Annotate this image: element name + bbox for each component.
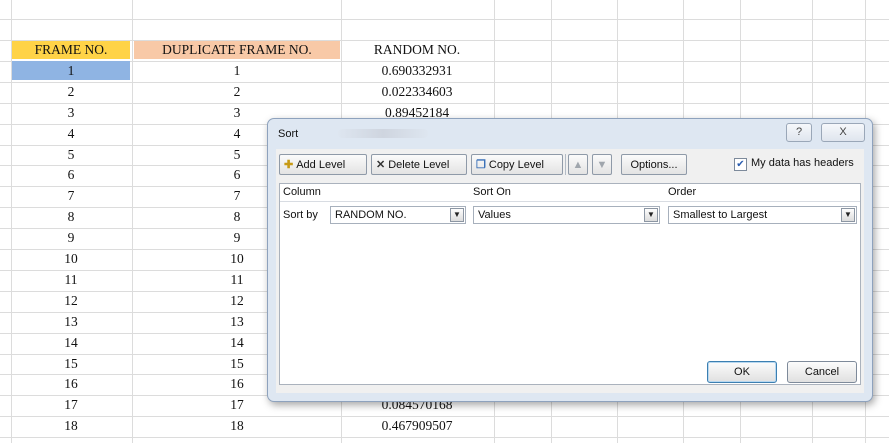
sort-on-value: Values [478, 209, 511, 221]
sort-on-dropdown[interactable]: Values ▼ [473, 206, 660, 224]
cell-a-row-11[interactable]: 11 [12, 270, 130, 289]
cell-a-row-5[interactable]: 5 [12, 145, 130, 164]
copy-level-icon: ❐ [476, 159, 486, 171]
title-blur [338, 129, 428, 138]
chevron-down-icon[interactable]: ▼ [841, 208, 855, 222]
move-up-icon: ▲ [572, 159, 584, 171]
cell-a-row-9[interactable]: 9 [12, 228, 130, 247]
sort-column-dropdown[interactable]: RANDOM NO. ▼ [330, 206, 466, 224]
ok-button[interactable]: OK [707, 361, 777, 383]
column-header: Column [283, 186, 321, 198]
cell-a-row-17[interactable]: 17 [12, 395, 130, 414]
cell-a-row-12[interactable]: 12 [12, 291, 130, 310]
chevron-down-icon[interactable]: ▼ [450, 208, 464, 222]
close-button[interactable]: X [821, 123, 865, 142]
cell-a-row-18[interactable]: 18 [12, 416, 130, 435]
close-icon: X [839, 126, 847, 138]
order-dropdown[interactable]: Smallest to Largest ▼ [668, 206, 857, 224]
column-gridline [132, 0, 133, 443]
cell-c-row-18[interactable]: 0.467909507 [342, 416, 492, 435]
header-frame-no[interactable]: FRAME NO. [12, 40, 130, 59]
cell-a-row-6[interactable]: 6 [12, 165, 130, 184]
chevron-down-icon[interactable]: ▼ [644, 208, 658, 222]
toolbar-divider [565, 154, 566, 175]
cell-a-row-13[interactable]: 13 [12, 312, 130, 331]
cell-a-row-3[interactable]: 3 [12, 103, 130, 122]
cell-a-row-4[interactable]: 4 [12, 124, 130, 143]
cell-c-row-1[interactable]: 0.690332931 [342, 61, 492, 80]
add-level-icon: ✚ [284, 159, 294, 171]
help-button[interactable]: ? [786, 123, 812, 142]
row-gridline [0, 40, 889, 41]
cell-a-row-7[interactable]: 7 [12, 186, 130, 205]
header-duplicate-frame-no[interactable]: DUPLICATE FRAME NO. [134, 40, 340, 59]
order-value: Smallest to Largest [673, 209, 768, 221]
move-down-button[interactable]: ▼ [592, 154, 612, 175]
row-gridline [0, 437, 889, 438]
help-icon: ? [795, 126, 803, 138]
cell-a-row-8[interactable]: 8 [12, 207, 130, 226]
copy-level-label: Copy Level [488, 159, 544, 171]
delete-level-label: Delete Level [388, 159, 450, 171]
my-data-has-headers-checkbox[interactable]: ✔ [734, 158, 747, 171]
move-down-icon: ▼ [596, 159, 608, 171]
move-up-button[interactable]: ▲ [568, 154, 588, 175]
delete-level-button[interactable]: ✕ Delete Level [371, 154, 467, 175]
dialog-title: Sort [278, 128, 299, 140]
cell-a-row-2[interactable]: 2 [12, 82, 130, 101]
add-level-label: Add Level [296, 159, 346, 171]
cell-c-row-2[interactable]: 0.022334603 [342, 82, 492, 101]
dialog-body: ✚ Add Level ✕ Delete Level ❐ Copy Level ▲ ▼… [276, 149, 864, 393]
sort-column-value: RANDOM NO. [335, 209, 407, 221]
cell-b-row-2[interactable]: 2 [134, 82, 340, 101]
sort-on-header: Sort On [473, 186, 511, 198]
sort-by-label: Sort by [283, 209, 318, 221]
copy-level-button[interactable]: ❐ Copy Level [471, 154, 563, 175]
cancel-button[interactable]: Cancel [787, 361, 857, 383]
cell-a-row-10[interactable]: 10 [12, 249, 130, 268]
header-random-no[interactable]: RANDOM NO. [342, 40, 492, 59]
order-header: Order [668, 186, 697, 198]
row-gridline [0, 19, 889, 20]
grid-header-divider [280, 201, 860, 202]
cell-a-row-16[interactable]: 16 [12, 374, 130, 393]
sort-levels-grid: Column Sort On Order Sort by RANDOM NO. … [279, 183, 861, 385]
sort-dialog: Sort ? X ✚ Add Level ✕ Delete Level ❐ Copy … [267, 118, 873, 402]
delete-level-icon: ✕ [376, 159, 386, 171]
add-level-button[interactable]: ✚ Add Level [279, 154, 367, 175]
cell-a-row-15[interactable]: 15 [12, 354, 130, 373]
cell-a-row-1[interactable]: 1 [12, 61, 130, 80]
cell-b-row-18[interactable]: 18 [134, 416, 340, 435]
cell-b-row-1[interactable]: 1 [134, 61, 340, 80]
cell-a-row-14[interactable]: 14 [12, 333, 130, 352]
my-data-has-headers-label[interactable]: My data has headers [751, 157, 854, 169]
options-button[interactable]: Options... [621, 154, 687, 175]
